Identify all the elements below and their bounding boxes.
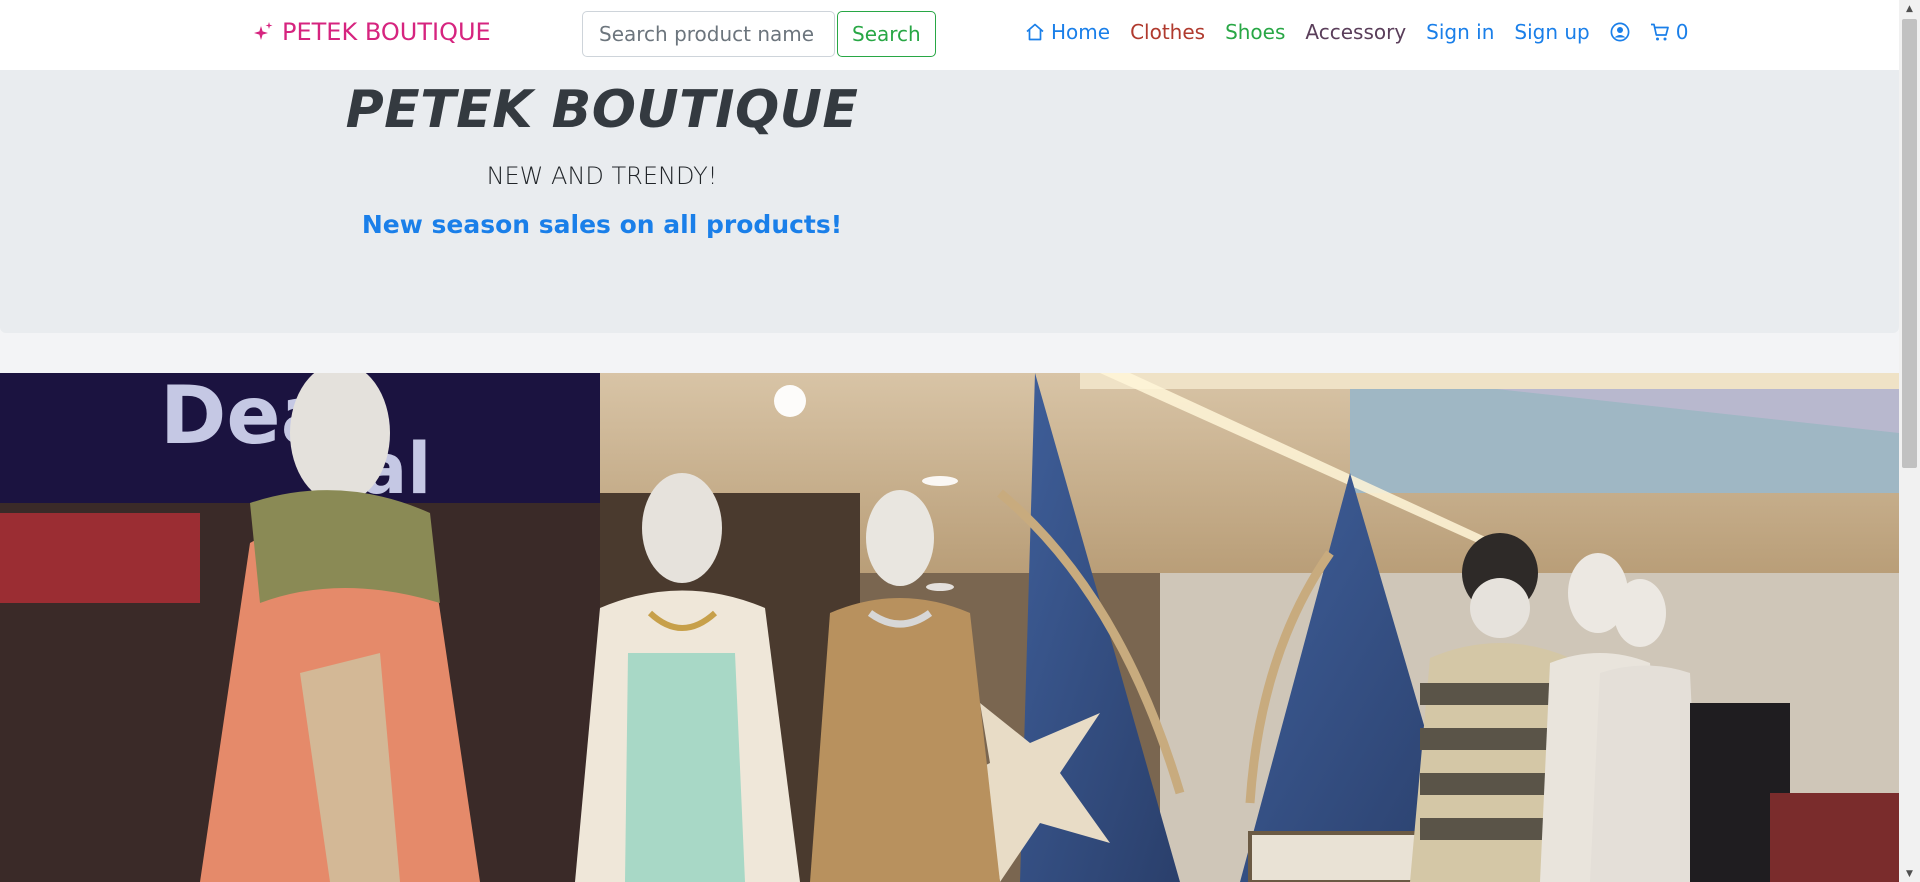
search-button[interactable]: Search (837, 11, 936, 57)
store-mannequins-photo: Dea al (0, 373, 1899, 882)
cart-link[interactable]: 0 (1650, 20, 1689, 44)
sparkles-icon (254, 22, 273, 40)
house-icon (1026, 23, 1044, 41)
hero-promo: New season sales on all products! (361, 210, 843, 239)
banner-image: Dea al (0, 373, 1899, 882)
brand-name: PETEK BOUTIQUE (282, 18, 491, 46)
brand-link[interactable]: PETEK BOUTIQUE (254, 18, 491, 46)
user-circle-icon (1610, 22, 1630, 42)
nav-clothes-link[interactable]: Clothes (1130, 20, 1205, 44)
hero-subtitle: NEW AND TRENDY! (486, 162, 718, 190)
nav-home-label: Home (1051, 20, 1111, 44)
nav-accessory-link[interactable]: Accessory (1305, 20, 1406, 44)
search-form: Search (582, 11, 936, 57)
scroll-thumb[interactable] (1902, 19, 1917, 468)
scroll-up-arrow-icon[interactable]: ▲ (1899, 0, 1920, 17)
hero-content: PETEK BOUTIQUE NEW AND TRENDY! New seaso… (302, 80, 902, 239)
scroll-down-arrow-icon[interactable]: ▼ (1899, 865, 1920, 882)
nav-sign-up-link[interactable]: Sign up (1514, 20, 1589, 44)
nav-shoes-link[interactable]: Shoes (1225, 20, 1285, 44)
nav-links: Home Clothes Shoes Accessory Sign in Sig… (1025, 20, 1688, 44)
top-navbar: PETEK BOUTIQUE Search Home Clothes Shoes… (0, 0, 1899, 71)
vertical-scrollbar[interactable]: ▲ ▼ (1899, 0, 1920, 882)
hero-jumbotron: PETEK BOUTIQUE NEW AND TRENDY! New seaso… (0, 70, 1899, 333)
cart-count: 0 (1675, 20, 1689, 44)
cart-icon (1650, 23, 1669, 41)
search-input[interactable] (582, 11, 835, 57)
nav-sign-in-link[interactable]: Sign in (1426, 20, 1494, 44)
nav-home-link[interactable]: Home (1025, 20, 1110, 44)
account-link[interactable] (1610, 22, 1630, 42)
hero-title: PETEK BOUTIQUE (345, 80, 859, 140)
